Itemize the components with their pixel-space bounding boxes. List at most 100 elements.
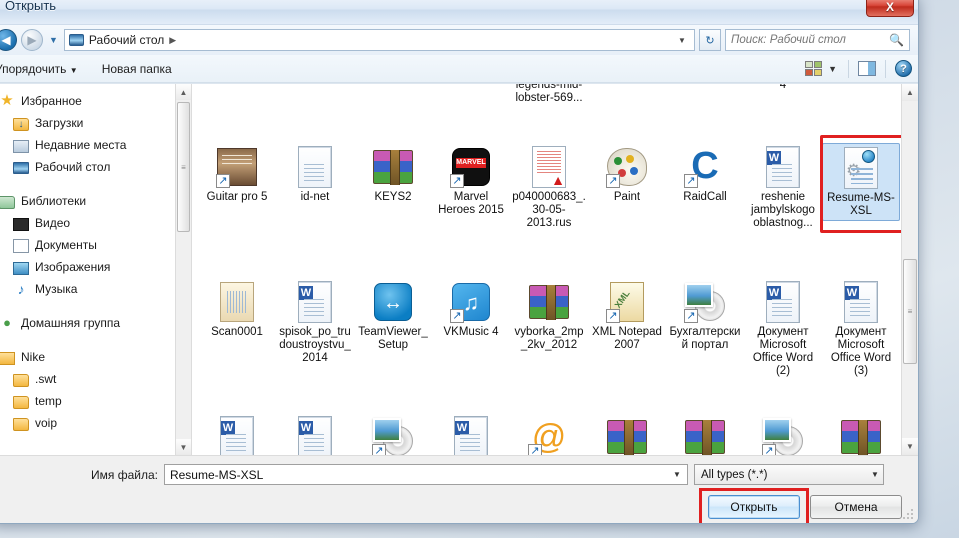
teamviewer-icon — [372, 281, 414, 323]
list-item[interactable]: Документ Microsoft ... — [276, 409, 354, 455]
recent-places-icon — [13, 139, 29, 153]
list-item[interactable]: fno_910_2014_v1.3_15.05.14 — [744, 84, 822, 139]
list-item[interactable]: id-net — [276, 139, 354, 274]
list-item[interactable]: vyborka_2mp_2kv_2012 — [510, 274, 588, 409]
list-item[interactable]: Etxt Антиплагиат — [666, 84, 744, 139]
list-item[interactable]: ИП С — [432, 409, 510, 455]
refresh-button[interactable]: ↻ — [699, 29, 721, 51]
scroll-down-icon[interactable]: ▼ — [176, 439, 191, 455]
search-box[interactable]: Поиск: Рабочий стол 🔍 — [725, 29, 910, 51]
list-item[interactable]: spisok_po_trudoustroystvu_2014 — [276, 274, 354, 409]
list-item[interactable]: Книга — [666, 409, 744, 455]
list-item[interactable]: ↗ Бухгалтерский портал — [666, 274, 744, 409]
open-button[interactable]: Открыть — [708, 495, 800, 519]
list-item[interactable]: Dota 2 — [432, 84, 510, 139]
list-item[interactable]: ↗ Guitar pro 5 — [198, 139, 276, 274]
word-doc-icon — [216, 416, 258, 455]
list-item[interactable]: ↗ VKMusic 4 — [432, 274, 510, 409]
sidebar-item-voip[interactable]: voip — [0, 412, 191, 434]
list-item[interactable]: TeamViewer_Setup — [354, 274, 432, 409]
list-item[interactable]: ↗ Paint — [588, 139, 666, 274]
list-item[interactable]: Auslogics BoostSpeed — [198, 84, 276, 139]
change-view-icon[interactable] — [805, 61, 823, 76]
forward-button[interactable]: ▶ — [21, 29, 43, 51]
list-item[interactable]: reshenie jambylskogo oblastnog... — [744, 139, 822, 274]
file-label: VKMusic 4 — [443, 326, 499, 338]
sidebar-item-temp[interactable]: temp — [0, 390, 191, 412]
list-item[interactable]: ↗ Искать в ... — [510, 409, 588, 455]
sidebar-scrollbar-thumb[interactable]: ≡ — [177, 102, 190, 232]
sidebar-group-homegroup[interactable]: ● Домашняя группа — [0, 312, 191, 334]
list-item[interactable]: ↗ Marvel Heroes 2015 — [432, 139, 510, 274]
new-folder-button[interactable]: Новая папка — [90, 62, 184, 76]
list-item[interactable]: Документ Microsoft ... — [198, 409, 276, 455]
history-dropdown-icon[interactable]: ▼ — [47, 35, 60, 45]
sidebar-label: Nike — [21, 350, 46, 364]
address-dropdown-icon[interactable]: ▼ — [674, 30, 690, 50]
xsl-document-icon — [840, 147, 882, 189]
scroll-up-icon[interactable]: ▲ — [176, 84, 191, 100]
address-bar[interactable]: Рабочий стол ▶ ▼ — [63, 29, 695, 51]
list-item[interactable]: КН — [588, 409, 666, 455]
star-icon: ★ — [0, 92, 14, 109]
shortcut-overlay-icon: ↗ — [606, 174, 620, 188]
screen: Открыть X ◀ ▶ ▼ Рабочий стол ▶ ▼ ↻ Поиск… — [0, 0, 959, 538]
list-item[interactable]: научная ... — [822, 409, 900, 455]
breadcrumb-separator-icon[interactable]: ▶ — [169, 35, 176, 46]
scroll-up-icon[interactable]: ▲ — [902, 84, 918, 101]
sidebar-item-downloads[interactable]: ↓ Загрузки — [0, 112, 191, 134]
sidebar-item-recent-places[interactable]: Недавние места — [0, 134, 191, 156]
file-list-scrollbar[interactable]: ▲ ≡ ▼ — [901, 84, 918, 455]
back-button[interactable]: ◀ — [0, 29, 17, 51]
music-icon: ♪ — [17, 281, 25, 297]
list-item[interactable]: Документ Microsoft Office Word (3) — [822, 274, 900, 409]
list-item[interactable]: ↗ Интернет ... — [354, 409, 432, 455]
vkmusic-icon: ↗ — [450, 281, 492, 323]
list-item[interactable]: ↗ Налоговы ... — [744, 409, 822, 455]
list-item[interactable]: ↗ XML Notepad 2007 — [588, 274, 666, 409]
file-label: KEYS2 — [374, 191, 412, 203]
sidebar-item-music[interactable]: ♪ Музыка — [0, 278, 191, 300]
file-label: Бухгалтерский портал — [669, 326, 741, 351]
list-item[interactable]: p040000683_.30-05-2013.rus — [510, 139, 588, 274]
breadcrumb-desktop[interactable]: Рабочий стол — [89, 33, 164, 47]
filetype-select[interactable]: All types (*.*) ▼ — [693, 464, 884, 485]
marvel-heroes-icon: ↗ — [450, 146, 492, 188]
sidebar-label: temp — [35, 394, 62, 408]
globe-icon — [862, 150, 875, 163]
list-item[interactable]: Scan0001 — [198, 274, 276, 409]
sidebar-item-swt[interactable]: .swt — [0, 368, 191, 390]
sidebar-group-nike[interactable]: Nike — [0, 346, 191, 368]
file-list-scrollbar-thumb[interactable]: ≡ — [903, 259, 917, 364]
sidebar-item-desktop[interactable]: Рабочий стол — [0, 156, 191, 178]
list-item[interactable]: KEYS2 — [354, 139, 432, 274]
resize-grip[interactable] — [902, 509, 914, 521]
shortcut-overlay-icon: ↗ — [216, 174, 230, 188]
user-icon — [0, 351, 15, 365]
list-item-selected[interactable]: Resume-MS-XSL — [820, 135, 906, 274]
list-item[interactable]: dota-2-league-of-legends-mid-lobster-569… — [510, 84, 588, 139]
list-item[interactable]: Документ Microsoft Office Word (2) — [744, 274, 822, 409]
scroll-down-icon[interactable]: ▼ — [902, 438, 918, 455]
list-item[interactable]: Divinity - Original Sin — [354, 84, 432, 139]
sidebar-item-documents[interactable]: Документы — [0, 234, 191, 256]
sidebar-group-favorites[interactable]: ★ Избранное — [0, 90, 191, 112]
list-item[interactable]: Gothic — [822, 84, 900, 139]
winrar-archive-icon — [528, 281, 570, 323]
sidebar-group-libraries[interactable]: Библиотеки — [0, 190, 191, 212]
list-item[interactable]: Broken Age — [276, 84, 354, 139]
list-item[interactable]: Download Master — [588, 84, 666, 139]
help-icon[interactable]: ? — [895, 60, 912, 77]
chevron-down-icon[interactable]: ▼ — [826, 64, 839, 74]
list-item[interactable]: ↗ RaidCall — [666, 139, 744, 274]
preview-pane-icon[interactable] — [858, 61, 876, 76]
sidebar-item-video[interactable]: Видео — [0, 212, 191, 234]
filename-input[interactable]: Resume-MS-XSL ▼ — [163, 464, 688, 485]
sidebar-scrollbar[interactable]: ▲ ≡ ▼ — [175, 84, 191, 455]
sidebar-item-pictures[interactable]: Изображения — [0, 256, 191, 278]
chevron-down-icon[interactable]: ▼ — [673, 470, 685, 479]
organize-menu-button[interactable]: Упорядочить ▼ — [0, 62, 90, 76]
close-button[interactable]: X — [866, 0, 914, 17]
cancel-button[interactable]: Отмена — [810, 495, 902, 519]
